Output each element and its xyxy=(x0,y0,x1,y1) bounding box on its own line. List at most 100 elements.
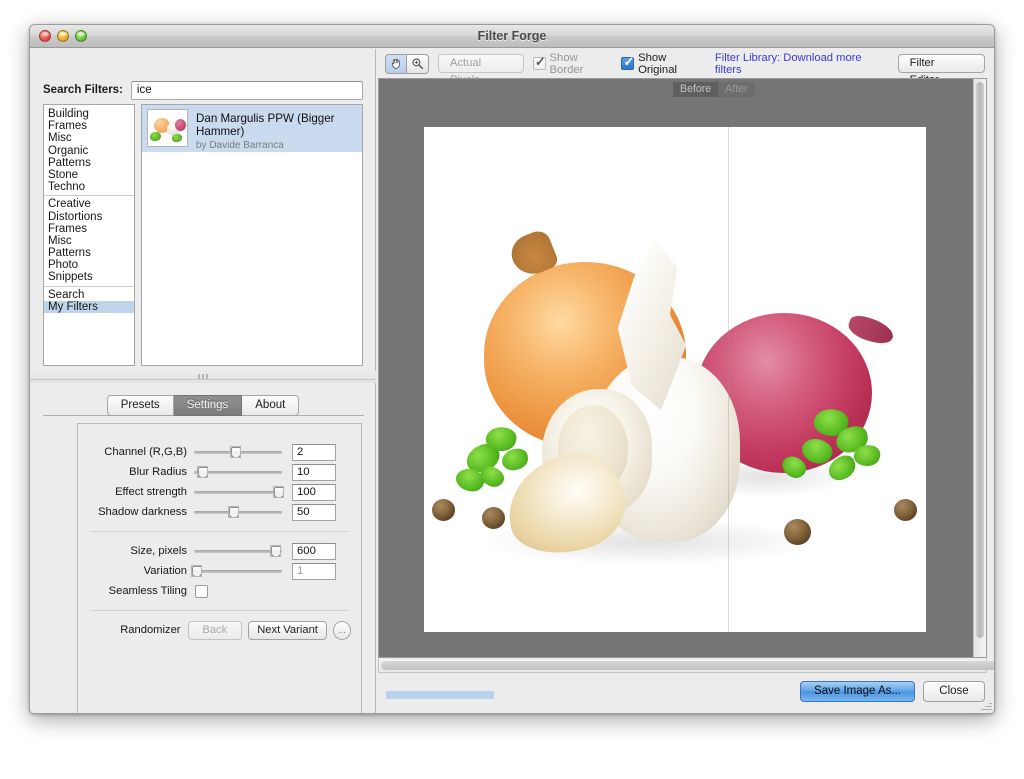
setting-row-shadow-darkness: Shadow darkness 50 xyxy=(82,502,351,522)
show-original-checkbox[interactable] xyxy=(621,55,635,70)
setting-row-randomizer: Randomizer Back Next Variant ... xyxy=(82,620,351,640)
show-border-checkbox[interactable] xyxy=(532,55,546,70)
zoom-tool-button[interactable] xyxy=(407,53,429,74)
render-progress-bar xyxy=(386,691,494,699)
category-item-patterns-2[interactable]: Patterns xyxy=(44,247,134,259)
setting-value-size[interactable]: 600 xyxy=(292,542,336,560)
setting-label-shadow-darkness: Shadow darkness xyxy=(98,506,187,518)
setting-row-seamless-tiling: Seamless Tiling xyxy=(82,581,351,601)
setting-label-variation: Variation xyxy=(143,565,187,577)
save-image-as-button[interactable]: Save Image As... xyxy=(800,681,915,702)
preview-horizontal-scrollbar[interactable] xyxy=(378,659,994,673)
tab-settings[interactable]: Settings xyxy=(173,395,243,416)
setting-value-variation[interactable]: 1 xyxy=(292,562,336,580)
randomizer-more-button[interactable]: ... xyxy=(333,620,351,640)
setting-label-size: Size, pixels xyxy=(130,545,187,557)
category-list[interactable]: Building Frames Misc Organic Patterns St… xyxy=(43,104,135,366)
preview-vertical-scrollbar[interactable] xyxy=(973,79,986,657)
setting-value-channel[interactable]: 2 xyxy=(292,443,336,461)
view-tool-group xyxy=(385,53,429,74)
setting-value-shadow-darkness[interactable]: 50 xyxy=(292,503,336,521)
setting-label-blur-radius: Blur Radius xyxy=(129,466,187,478)
category-item-my-filters[interactable]: My Filters xyxy=(44,300,134,313)
show-border-label: Show Border xyxy=(549,51,584,76)
peppercorn xyxy=(894,499,917,521)
zoom-window-button[interactable] xyxy=(75,30,87,42)
setting-slider-blur-radius[interactable] xyxy=(194,465,282,479)
setting-slider-shadow-darkness[interactable] xyxy=(194,505,282,519)
setting-slider-channel[interactable] xyxy=(194,445,282,459)
magnifier-icon xyxy=(412,58,423,69)
filter-item-text: Dan Margulis PPW (Bigger Hammer) by Davi… xyxy=(196,109,357,151)
setting-value-blur-radius[interactable]: 10 xyxy=(292,463,336,481)
setting-label-seamless-tiling: Seamless Tiling xyxy=(108,585,187,597)
category-divider-2 xyxy=(44,285,134,287)
filter-forge-window: Filter Forge Search Filters: ice Buildin… xyxy=(29,24,995,714)
setting-row-channel: Channel (R,G,B) 2 xyxy=(82,442,351,462)
filter-item-name: Dan Margulis PPW (Bigger Hammer) xyxy=(196,112,335,138)
peppercorn xyxy=(432,499,455,521)
category-item-misc-2[interactable]: Misc xyxy=(44,235,134,247)
filter-results-list[interactable]: Dan Margulis PPW (Bigger Hammer) by Davi… xyxy=(141,104,363,366)
setting-label-randomizer: Randomizer xyxy=(120,624,181,636)
tab-about[interactable]: About xyxy=(242,395,300,416)
setting-slider-effect-strength[interactable] xyxy=(194,485,284,499)
preview-horizontal-scroll-thumb[interactable] xyxy=(381,661,994,670)
category-item-snippets[interactable]: Snippets xyxy=(44,271,134,283)
category-item-frames-2[interactable]: Frames xyxy=(44,223,134,235)
actual-pixels-button[interactable]: Actual Pixels xyxy=(438,54,524,86)
filter-thumbnail xyxy=(147,109,188,147)
category-item-organic[interactable]: Organic xyxy=(44,145,134,157)
filter-editor-button[interactable]: Filter Editor... xyxy=(897,54,985,86)
show-original-checkbox-row[interactable]: Show Original xyxy=(621,52,705,76)
setting-slider-variation[interactable] xyxy=(191,564,282,578)
after-label: After xyxy=(718,82,755,97)
minimize-window-button[interactable] xyxy=(57,30,69,42)
settings-panel: Channel (R,G,B) 2 Blur Radius 10 Effect … xyxy=(77,423,362,713)
filter-item-author: by Davide Barranca xyxy=(196,140,284,151)
category-item-techno[interactable]: Techno xyxy=(44,181,134,193)
category-item-photo[interactable]: Photo xyxy=(44,259,134,271)
setting-label-effect-strength: Effect strength xyxy=(115,486,187,498)
category-item-building[interactable]: Building xyxy=(44,108,134,120)
preview-canvas[interactable]: Before After xyxy=(378,78,987,658)
window-title: Filter Forge xyxy=(477,29,547,43)
filter-library-link[interactable]: Filter Library: Download more filters xyxy=(715,52,885,76)
randomizer-back-button[interactable]: Back xyxy=(187,620,243,640)
hand-tool-button[interactable] xyxy=(385,53,407,74)
window-body: Search Filters: ice Building Frames Misc… xyxy=(30,49,994,713)
panel-splitter[interactable] xyxy=(30,371,376,383)
settings-tabs: Presets Settings About xyxy=(30,394,376,416)
search-input[interactable]: ice xyxy=(130,80,363,100)
setting-row-blur-radius: Blur Radius 10 xyxy=(82,462,351,482)
preview-vertical-scroll-thumb[interactable] xyxy=(976,82,984,638)
randomizer-next-variant-button[interactable]: Next Variant xyxy=(248,620,328,640)
splitter-grip[interactable] xyxy=(198,374,208,379)
category-divider xyxy=(44,195,134,197)
category-item-stone[interactable]: Stone xyxy=(44,169,134,181)
close-button[interactable]: Close xyxy=(923,681,985,702)
category-item-patterns[interactable]: Patterns xyxy=(44,157,134,169)
show-border-checkbox-row[interactable]: Show Border xyxy=(532,51,613,76)
filter-list-item[interactable]: Dan Margulis PPW (Bigger Hammer) by Davi… xyxy=(142,105,362,152)
hand-icon xyxy=(391,58,400,69)
category-item-frames[interactable]: Frames xyxy=(44,120,134,132)
setting-value-effect-strength[interactable]: 100 xyxy=(292,483,336,501)
preview-image xyxy=(424,127,926,632)
title-bar: Filter Forge xyxy=(30,25,994,48)
category-item-misc[interactable]: Misc xyxy=(44,132,134,144)
setting-slider-size[interactable] xyxy=(194,544,282,558)
toolbar-right-group: Filter Library: Download more filters Fi… xyxy=(715,52,994,86)
setting-row-variation: Variation 1 xyxy=(82,561,351,581)
seamless-tiling-checkbox[interactable] xyxy=(195,584,208,598)
category-item-search[interactable]: Search xyxy=(44,289,134,301)
close-window-button[interactable] xyxy=(39,30,51,42)
window-resize-grip[interactable] xyxy=(980,699,992,711)
search-label: Search Filters: xyxy=(43,84,123,96)
category-item-distortions[interactable]: Distortions xyxy=(44,211,134,223)
setting-label-channel: Channel (R,G,B) xyxy=(104,446,187,458)
settings-divider-2 xyxy=(90,610,349,611)
category-item-creative[interactable]: Creative xyxy=(44,198,134,210)
tab-presets[interactable]: Presets xyxy=(106,395,174,416)
footer-buttons: Save Image As... Close xyxy=(800,681,985,702)
